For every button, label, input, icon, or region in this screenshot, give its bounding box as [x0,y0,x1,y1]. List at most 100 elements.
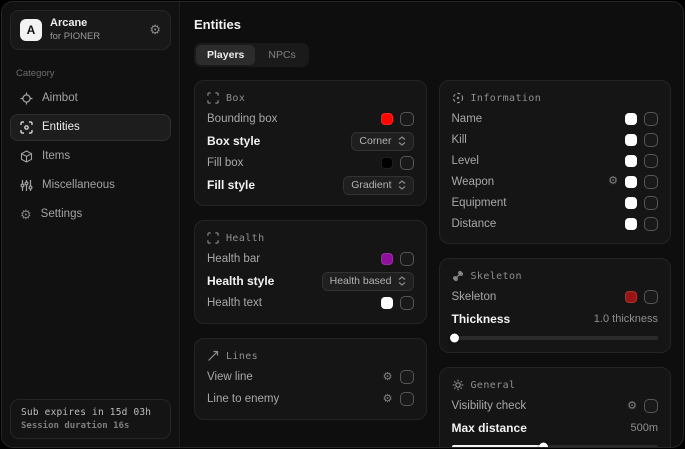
setting-label: Box style [207,134,260,148]
setting-label: Max distance [452,421,527,435]
sidebar-item-items[interactable]: Items [10,143,171,170]
health-text-checkbox[interactable] [400,296,414,310]
distance-checkbox[interactable] [644,217,658,231]
setting-label: Level [452,155,480,167]
bone-icon [452,270,464,282]
card-title: Information [471,93,542,104]
sub-expiry-text: Sub expires in 15d 03h [21,407,160,418]
fill-box-checkbox[interactable] [400,156,414,170]
lines-card: Lines View line ⚙ Line to enemy ⚙ [194,338,427,420]
kill-color-swatch[interactable] [625,134,637,146]
slider-thumb[interactable] [539,443,548,449]
gear-icon[interactable]: ⚙ [608,176,618,187]
visibility-check-checkbox[interactable] [644,399,658,413]
setting-label: Distance [452,218,497,230]
distance-color-swatch[interactable] [625,218,637,230]
max-distance-slider[interactable] [452,445,659,448]
fill-style-dropdown[interactable]: Gradient [343,176,413,195]
sidebar-item-label: Entities [42,121,80,133]
gear-icon[interactable]: ⚙ [149,22,161,38]
setting-row: Visibility check ⚙ [452,395,659,417]
name-checkbox[interactable] [644,112,658,126]
line-to-enemy-checkbox[interactable] [400,392,414,406]
card-title: Health [226,233,265,244]
tab-npcs[interactable]: NPCs [257,45,306,65]
gear-icon[interactable]: ⚙ [383,394,393,405]
setting-row: Level [452,150,659,171]
session-duration-text: Session duration 16s [21,421,160,431]
chevron-up-down-icon [398,136,406,146]
entities-scan-icon [20,121,33,134]
setting-label: Weapon [452,176,495,188]
level-checkbox[interactable] [644,154,658,168]
setting-row: Max distance 500m [452,417,659,439]
chevron-up-down-icon [398,276,406,286]
page-title: Entities [194,17,671,32]
setting-label: Equipment [452,197,507,209]
health-text-color-swatch[interactable] [381,297,393,309]
gear-icon[interactable]: ⚙ [383,372,393,383]
sidebar-item-miscellaneous[interactable]: Miscellaneous [10,172,171,199]
sidebar-item-aimbot[interactable]: Aimbot [10,85,171,112]
sidebar-item-settings[interactable]: ⚙ Settings [10,201,171,228]
general-card: General Visibility check ⚙ Max distance … [439,367,672,448]
setting-label: Visibility check [452,400,527,412]
health-bar-color-swatch[interactable] [381,253,393,265]
sidebar-item-label: Items [42,150,70,162]
frame-corners-icon [207,232,219,244]
setting-row: Fill style Gradient [207,174,414,196]
information-card: Information Name Kill [439,80,672,244]
setting-label: Health style [207,274,274,288]
sidebar-item-label: Aimbot [42,92,78,104]
box-style-dropdown[interactable]: Corner [351,132,413,151]
gear-icon: ⚙ [20,208,32,221]
app-title-block: Arcane for PIONER [50,17,100,43]
setting-row: Box style Corner [207,130,414,152]
fill-box-color-swatch[interactable] [381,157,393,169]
setting-row: View line ⚙ [207,366,414,388]
setting-row: Name [452,108,659,129]
thickness-slider[interactable] [452,336,659,340]
sidebar-item-entities[interactable]: Entities [10,114,171,141]
diagonal-line-icon [207,350,219,362]
weapon-color-swatch[interactable] [625,176,637,188]
setting-row: Weapon ⚙ [452,171,659,192]
kill-checkbox[interactable] [644,133,658,147]
bounding-box-color-swatch[interactable] [381,113,393,125]
entity-tabs: Players NPCs [194,43,309,67]
health-bar-checkbox[interactable] [400,252,414,266]
setting-row: Health text [207,292,414,314]
equipment-color-swatch[interactable] [625,197,637,209]
app-logo: A [20,19,42,41]
weapon-checkbox[interactable] [644,175,658,189]
frame-corners-icon [207,92,219,104]
setting-label: Skeleton [452,291,497,303]
health-style-dropdown[interactable]: Health based [322,272,414,291]
equipment-checkbox[interactable] [644,196,658,210]
app-window: A Arcane for PIONER ⚙ Category Aimbot [1,1,684,448]
setting-label: Fill box [207,157,243,169]
setting-label: Kill [452,134,467,146]
level-color-swatch[interactable] [625,155,637,167]
slider-thumb[interactable] [450,334,459,343]
setting-row: Bounding box [207,108,414,130]
thickness-value: 1.0 thickness [594,313,658,325]
tab-players[interactable]: Players [196,45,255,65]
setting-row: Health bar [207,248,414,270]
setting-row: Line to enemy ⚙ [207,388,414,410]
view-line-checkbox[interactable] [400,370,414,384]
radar-icon [452,92,464,104]
setting-label: Health bar [207,253,260,265]
main-panel: Entities Players NPCs Box Bou [180,2,683,447]
skeleton-color-swatch[interactable] [625,291,637,303]
setting-row: Health style Health based [207,270,414,292]
setting-label: Health text [207,297,262,309]
subscription-info: Sub expires in 15d 03h Session duration … [10,399,171,439]
card-title: Lines [226,351,258,362]
sidebar-nav: Aimbot Entities Items [2,83,179,230]
bounding-box-checkbox[interactable] [400,112,414,126]
gear-icon[interactable]: ⚙ [627,401,637,412]
settings-grid: Box Bounding box Box style Corner [190,80,671,448]
name-color-swatch[interactable] [625,113,637,125]
skeleton-checkbox[interactable] [644,290,658,304]
